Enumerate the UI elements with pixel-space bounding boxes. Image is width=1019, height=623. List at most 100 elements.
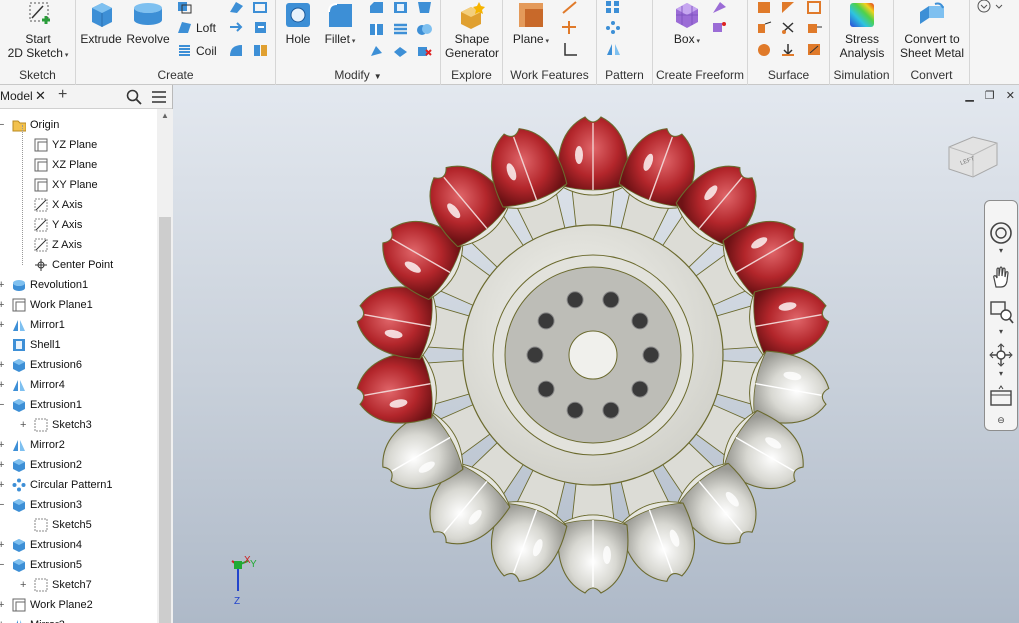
axis-icon[interactable] <box>561 0 578 15</box>
import-icon[interactable] <box>252 20 269 35</box>
stitch-icon[interactable] <box>756 0 773 15</box>
tree-item[interactable]: + Sketch7 <box>0 575 157 595</box>
pelton-wheel-model[interactable] <box>348 95 848 620</box>
viewcube[interactable]: LEFT <box>943 129 1003 181</box>
expand-icon[interactable]: + <box>0 475 4 495</box>
shell-icon[interactable] <box>392 0 409 15</box>
tree-item[interactable]: − Extrusion1 <box>0 395 157 415</box>
sculpt-icon[interactable] <box>228 43 245 58</box>
tab-model[interactable]: Model <box>0 89 33 103</box>
tree-item[interactable]: + Mirror1 <box>0 315 157 335</box>
collapse-icon[interactable]: − <box>0 555 4 575</box>
modify-group-label[interactable]: Modify ▼ <box>276 68 440 82</box>
ucs-icon[interactable] <box>561 42 578 57</box>
derive-icon[interactable] <box>228 20 245 35</box>
tree-item[interactable]: Z Axis <box>0 235 157 255</box>
expand-icon[interactable]: + <box>0 375 4 395</box>
extend-icon[interactable] <box>806 20 823 35</box>
hole-button[interactable]: Hole <box>280 0 316 46</box>
look-at-icon[interactable] <box>985 385 1017 409</box>
tree-item[interactable]: Center Point <box>0 255 157 275</box>
close-icon[interactable]: ✕ <box>1006 90 1015 102</box>
extrude-button[interactable]: Extrude <box>80 0 122 46</box>
copy-object-icon[interactable] <box>392 44 409 59</box>
expand-icon[interactable]: + <box>0 435 4 455</box>
coil-label[interactable]: Coil <box>196 44 217 58</box>
steering-wheel-icon[interactable] <box>985 221 1017 245</box>
scrollbar-thumb[interactable] <box>159 217 171 623</box>
close-icon[interactable]: ✕ <box>35 88 46 104</box>
circular-pattern-icon[interactable] <box>605 20 622 35</box>
shape-generator-button[interactable]: Shape Generator <box>443 0 501 60</box>
expand-icon[interactable]: + <box>0 315 4 335</box>
repair-bodies-icon[interactable] <box>806 42 823 57</box>
sculpt-surface-icon[interactable] <box>806 0 823 15</box>
move-face-icon[interactable] <box>368 44 385 59</box>
point-icon[interactable] <box>561 20 578 35</box>
browser-scrollbar[interactable]: ▲ <box>157 109 173 623</box>
boundary-patch-icon[interactable] <box>756 42 773 57</box>
combine-icon[interactable] <box>416 22 433 37</box>
collapse-icon[interactable]: − <box>0 395 4 415</box>
tree-item[interactable]: XY Plane <box>0 175 157 195</box>
ruled-surface-icon[interactable] <box>756 20 773 35</box>
zoom-window-icon[interactable] <box>985 299 1017 325</box>
chevron-down-icon[interactable]: ▾ <box>985 369 1017 378</box>
plane-button[interactable]: Plane ▾ <box>507 0 555 49</box>
rib-icon[interactable] <box>228 0 245 15</box>
restore-icon[interactable]: ❐ <box>985 90 995 102</box>
tree-item[interactable]: + Extrusion4 <box>0 535 157 555</box>
scroll-up-arrow-icon[interactable]: ▲ <box>161 111 169 120</box>
tree-item[interactable]: Shell1 <box>0 335 157 355</box>
tree-item[interactable]: + Mirror4 <box>0 375 157 395</box>
pan-hand-icon[interactable] <box>985 265 1017 289</box>
convert-to-sheet-metal-button[interactable]: Convert to Sheet Metal <box>896 0 968 60</box>
box-button[interactable]: Box ▾ <box>667 0 707 49</box>
customize-icon[interactable]: ⊖ <box>985 415 1017 426</box>
mirror-icon[interactable] <box>605 42 622 57</box>
graphics-viewport[interactable]: ▁ ❐ ✕ LEFT X Y Z ▾ ▾ ▾ ⊖ <box>173 85 1019 623</box>
ribbon-overflow-button[interactable] <box>976 0 1006 17</box>
fillet-button[interactable]: Fillet ▾ <box>320 0 360 49</box>
expand-icon[interactable]: + <box>0 455 4 475</box>
search-icon[interactable] <box>126 89 142 105</box>
tree-item[interactable]: + Circular Pattern1 <box>0 475 157 495</box>
loft-label[interactable]: Loft <box>196 21 216 35</box>
draft-icon[interactable] <box>416 0 433 15</box>
rectangular-pattern-icon[interactable] <box>605 0 622 15</box>
expand-icon[interactable]: + <box>0 295 4 315</box>
loft-icon[interactable] <box>176 20 193 35</box>
sweep-icon[interactable] <box>176 0 193 15</box>
tree-item[interactable]: Sketch5 <box>0 515 157 535</box>
collapse-icon[interactable]: − <box>0 115 4 135</box>
expand-icon[interactable]: + <box>20 415 26 435</box>
add-icon[interactable]: + <box>58 86 67 104</box>
tree-item[interactable]: + Extrusion2 <box>0 455 157 475</box>
collapse-icon[interactable]: − <box>0 495 4 515</box>
minimize-icon[interactable]: ▁ <box>965 90 973 102</box>
tree-item[interactable]: YZ Plane <box>0 135 157 155</box>
tree-item[interactable]: Y Axis <box>0 215 157 235</box>
menu-icon[interactable] <box>151 89 167 105</box>
expand-icon[interactable]: + <box>20 575 26 595</box>
orbit-icon[interactable] <box>985 343 1017 367</box>
tree-item[interactable]: + Sketch3 <box>0 415 157 435</box>
tree-item[interactable]: − Extrusion3 <box>0 495 157 515</box>
convert-freeform-icon[interactable] <box>711 20 728 35</box>
delete-face-icon[interactable] <box>416 44 433 59</box>
tree-item[interactable]: + Revolution1 <box>0 275 157 295</box>
tree-item[interactable]: + Mirror3 <box>0 615 157 623</box>
replace-face-icon[interactable] <box>780 42 797 57</box>
stress-analysis-button[interactable]: Stress Analysis <box>832 0 892 60</box>
edit-form-icon[interactable] <box>711 0 728 15</box>
trim-icon[interactable] <box>780 20 797 35</box>
tree-item[interactable]: + Extrusion6 <box>0 355 157 375</box>
chevron-down-icon[interactable]: ▾ <box>985 327 1017 336</box>
tree-item[interactable]: XZ Plane <box>0 155 157 175</box>
tree-item[interactable]: + Work Plane2 <box>0 595 157 615</box>
patch-icon[interactable] <box>780 0 797 15</box>
thicken-icon[interactable] <box>252 43 269 58</box>
thread-icon[interactable] <box>392 22 409 37</box>
split-icon[interactable] <box>368 22 385 37</box>
tree-item[interactable]: + Work Plane1 <box>0 295 157 315</box>
